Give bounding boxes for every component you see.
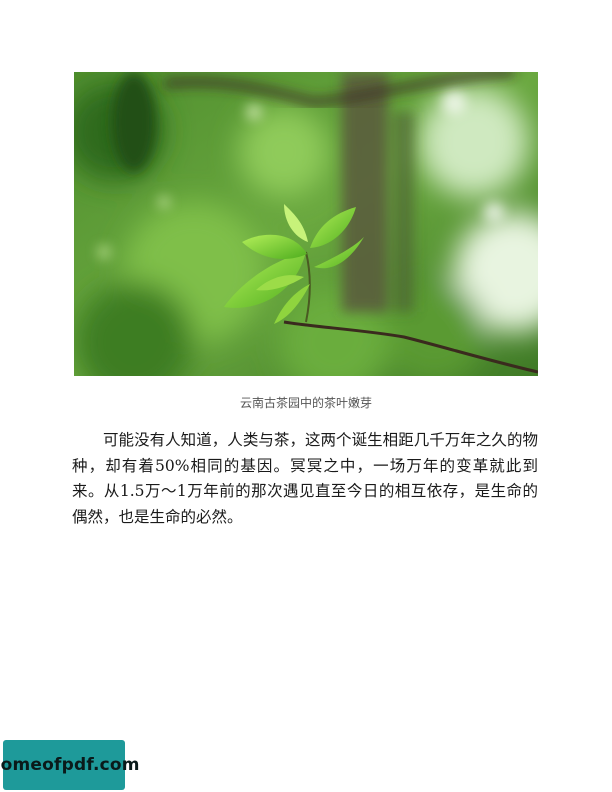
tea-bud-photo — [74, 72, 538, 376]
watermark-text: homeofpdf.com — [0, 755, 140, 775]
body-paragraph: 可能没有人知道，人类与茶，这两个诞生相距几千万年之久的物种，却有着50%相同的基… — [72, 431, 539, 526]
photo-caption: 云南古茶园中的茶叶嫩芽 — [239, 396, 372, 410]
watermark-logo: homeofpdf.com — [0, 740, 140, 790]
